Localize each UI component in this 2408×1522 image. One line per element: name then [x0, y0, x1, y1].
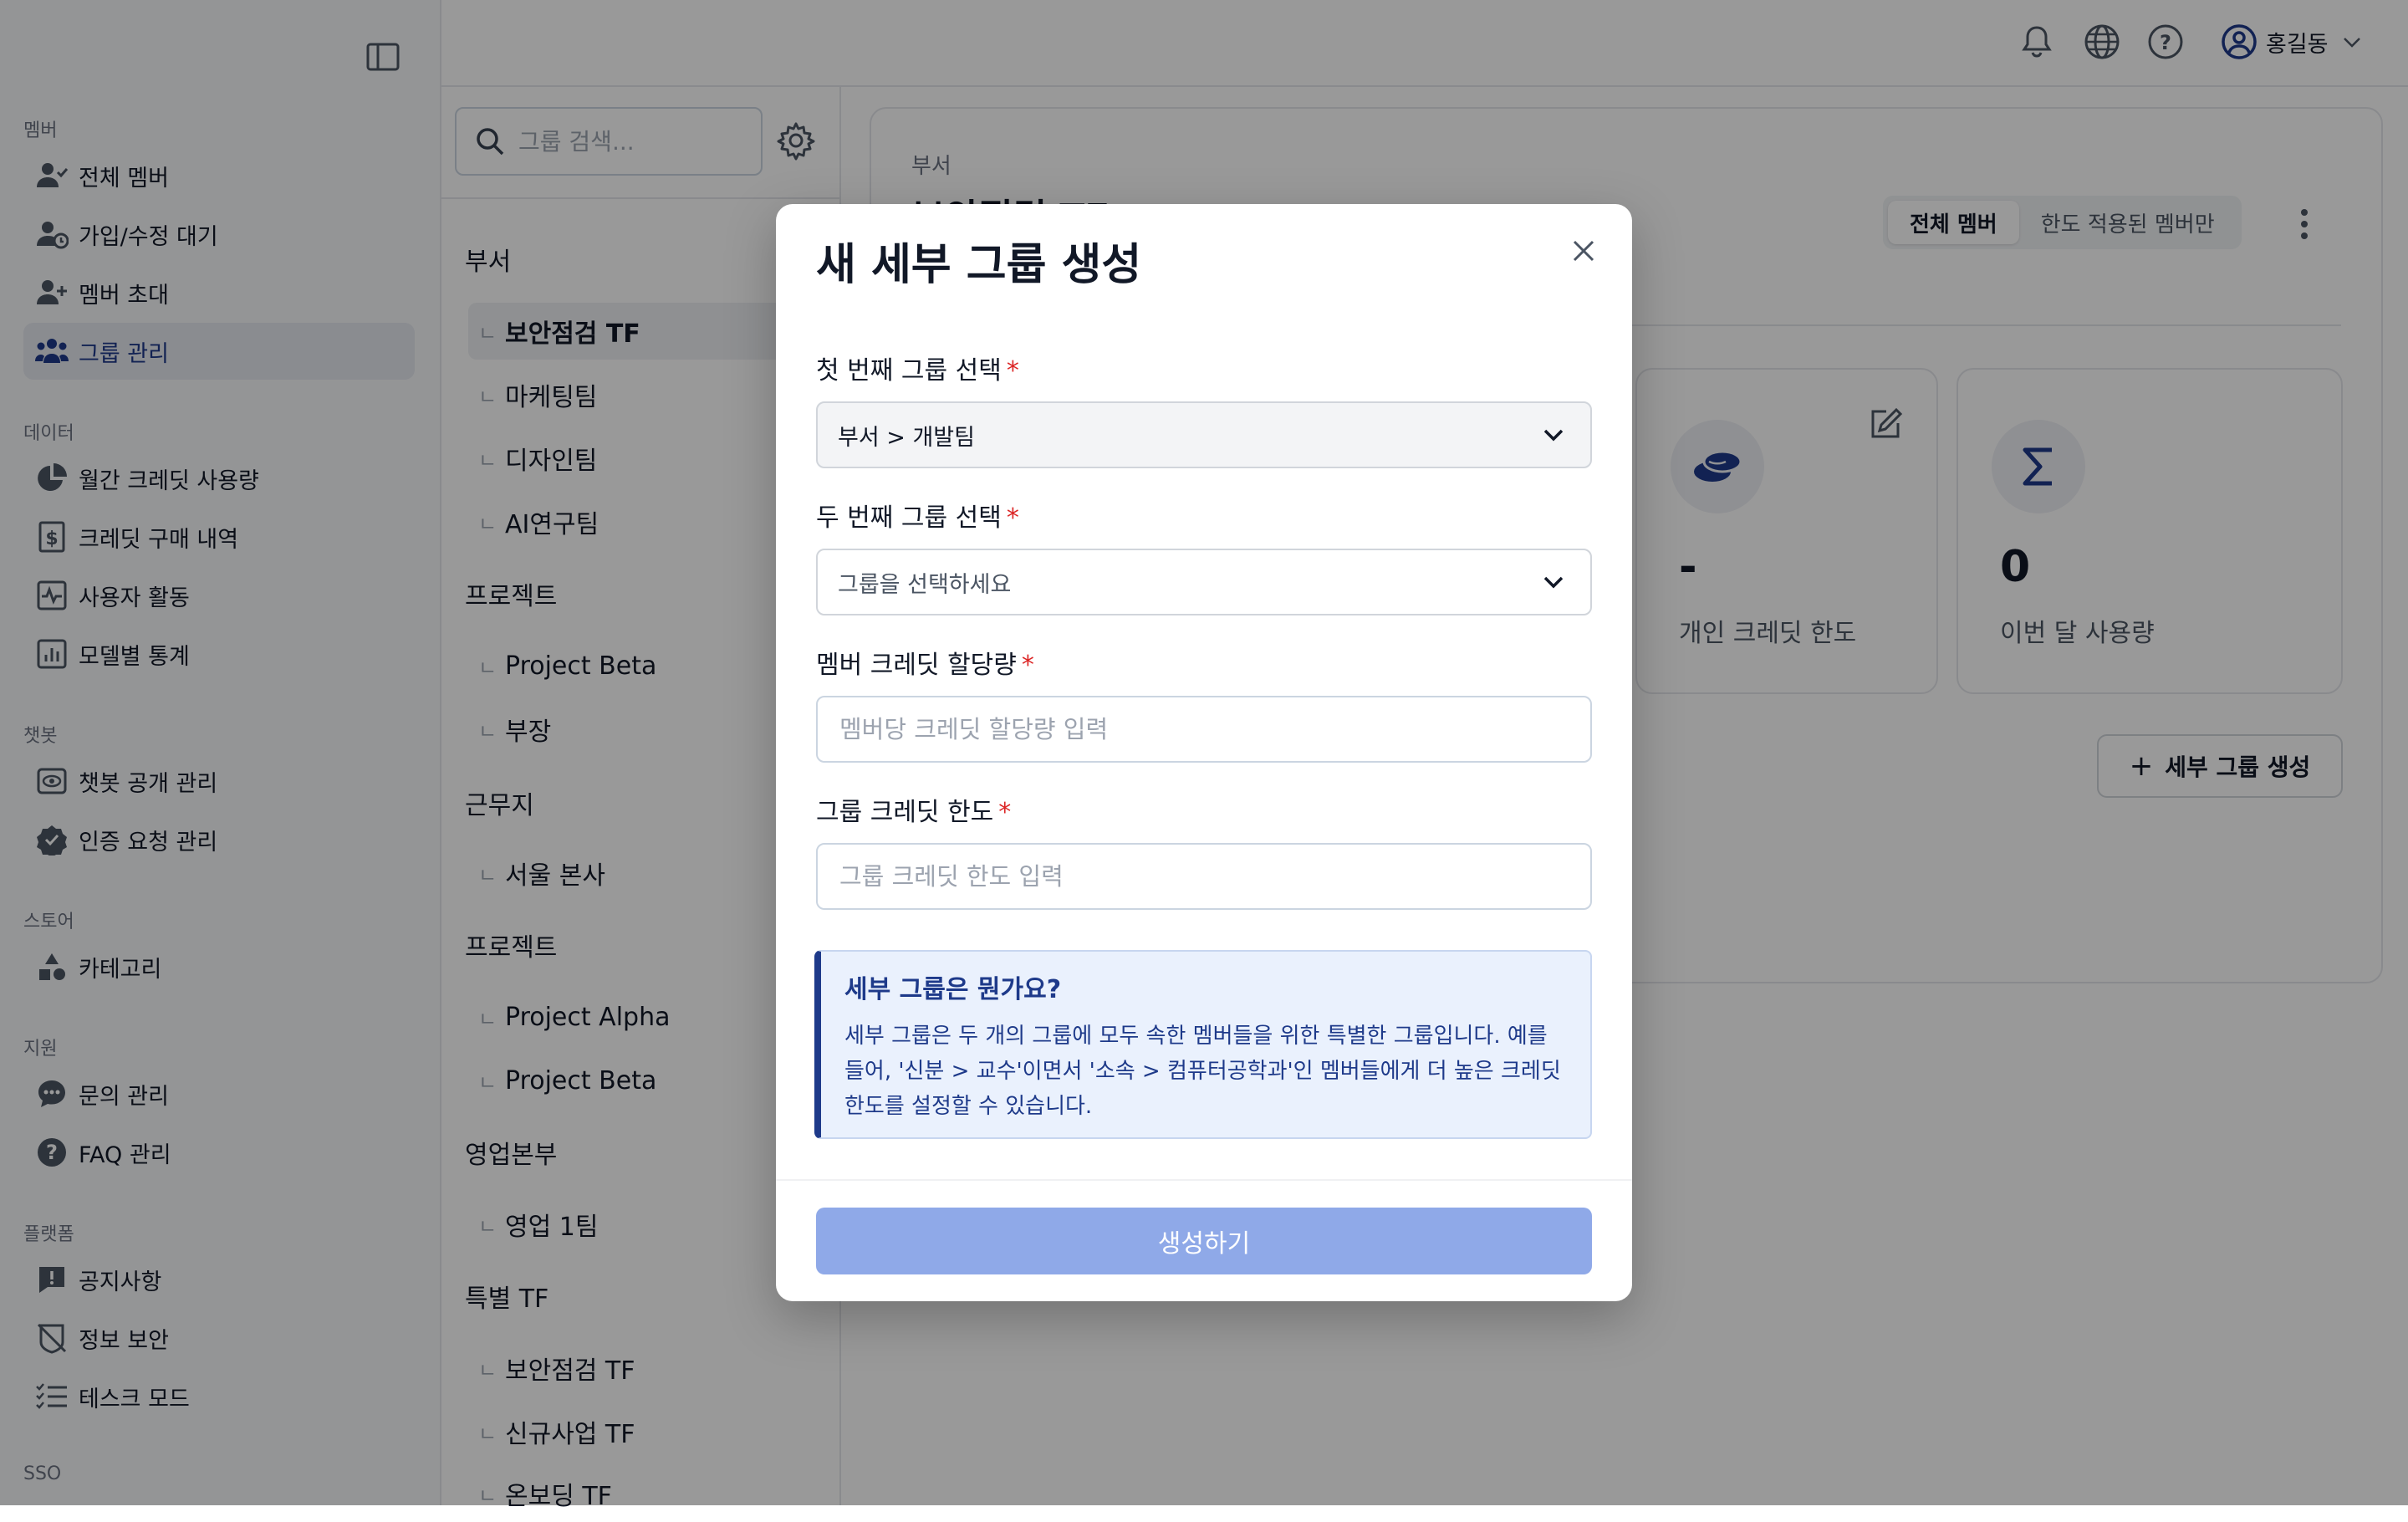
member-credit-field[interactable]: [816, 696, 1592, 763]
modal-title: 새 세부 그룹 생성: [816, 240, 1142, 290]
second-group-placeholder: 그룹을 선택하세요: [838, 571, 1012, 598]
first-group-value: 부서 > 개발팀: [838, 424, 975, 451]
second-group-label: 두 번째 그룹 선택 *: [816, 497, 1019, 534]
required-mark: *: [1006, 503, 1019, 533]
second-group-select[interactable]: 그룹을 선택하세요: [816, 549, 1592, 615]
first-group-label: 첫 번째 그룹 선택 *: [816, 350, 1019, 386]
group-credit-field[interactable]: [816, 843, 1592, 910]
required-mark: *: [1006, 356, 1019, 386]
modal-footer-divider: [776, 1179, 1632, 1181]
chevron-down-icon: [1540, 421, 1567, 448]
info-title: 세부 그룹은 뭔가요?: [844, 975, 1062, 1004]
first-group-select[interactable]: 부서 > 개발팀: [816, 401, 1592, 468]
group-credit-label: 그룹 크레딧 한도 *: [816, 791, 1011, 828]
subgroup-info-box: 세부 그룹은 뭔가요? 세부 그룹은 두 개의 그룹에 모두 속한 멤버들을 위…: [814, 950, 1592, 1139]
required-mark: *: [1021, 651, 1034, 680]
create-subgroup-modal: 새 세부 그룹 생성 첫 번째 그룹 선택 * 부서 > 개발팀 두 번째 그룹 …: [776, 204, 1632, 1301]
field-label-text: 멤버 크레딧 할당량: [816, 651, 1017, 680]
close-icon[interactable]: [1567, 234, 1600, 268]
create-button[interactable]: 생성하기: [816, 1208, 1592, 1274]
info-body: 세부 그룹은 두 개의 그룹에 모두 속한 멤버들을 위한 특별한 그룹입니다.…: [844, 1024, 1561, 1119]
field-label-text: 그룹 크레딧 한도: [816, 798, 994, 827]
group-credit-input[interactable]: [838, 861, 1560, 891]
required-mark: *: [998, 798, 1012, 827]
field-label-text: 첫 번째 그룹 선택: [816, 356, 1002, 386]
chevron-down-icon: [1540, 569, 1567, 595]
member-credit-label: 멤버 크레딧 할당량 *: [816, 644, 1034, 681]
field-label-text: 두 번째 그룹 선택: [816, 503, 1002, 533]
member-credit-input[interactable]: [838, 714, 1560, 744]
